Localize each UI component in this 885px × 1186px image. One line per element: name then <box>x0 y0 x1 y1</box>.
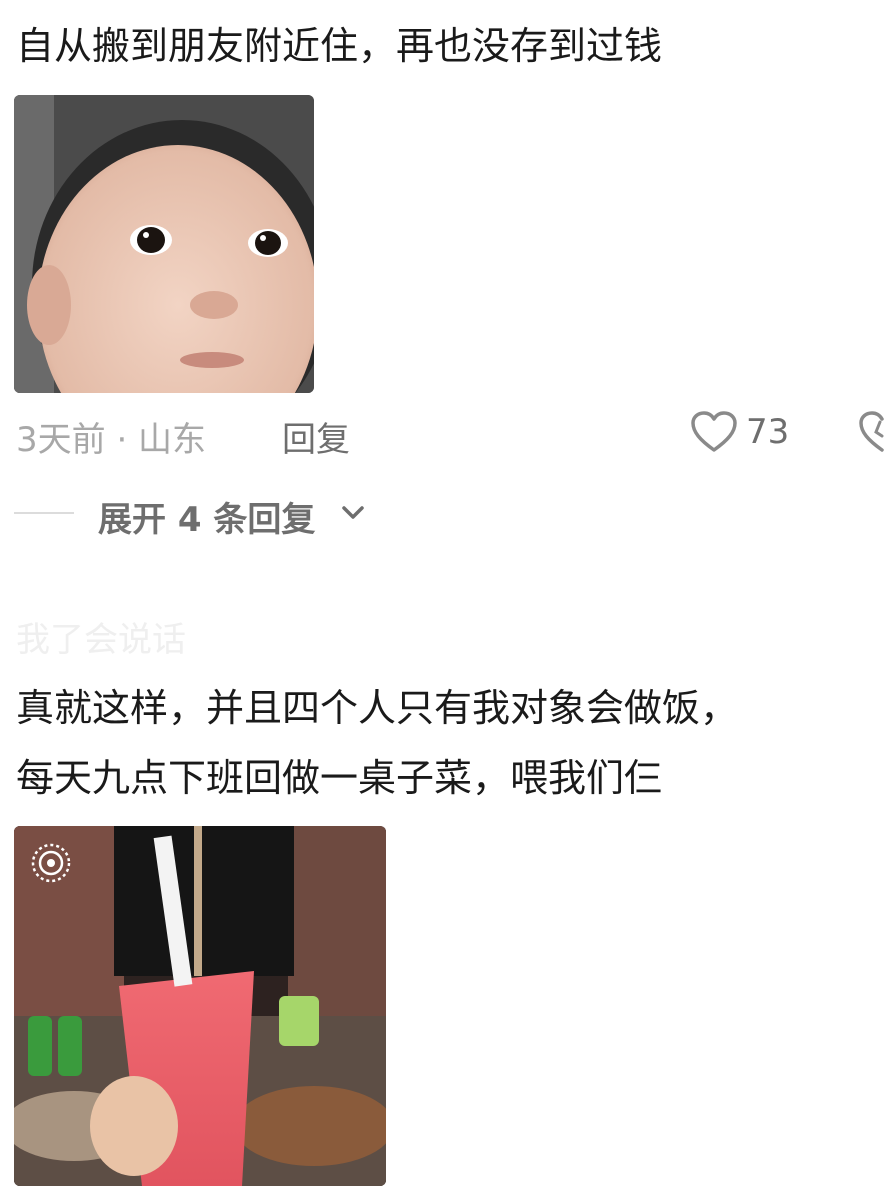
drink-photo <box>14 826 386 1186</box>
comment-meta-row: 3天前 · 山东 回复 73 <box>16 408 885 461</box>
reply-button[interactable]: 回复 <box>282 412 350 461</box>
baby-photo <box>14 95 314 393</box>
expand-replies-label[interactable]: 展开 4 条回复 <box>98 492 315 541</box>
chevron-down-icon[interactable] <box>340 502 366 522</box>
comment-text: 自从搬到朋友附近住，再也没存到过钱 <box>16 24 663 68</box>
heart-outline-icon[interactable] <box>690 410 738 454</box>
like-count: 73 <box>746 412 790 452</box>
comment-text-line-1: 真就这样，并且四个人只有我对象会做饭， <box>16 686 739 730</box>
dislike-icon[interactable] <box>858 410 885 454</box>
comment-username[interactable]: 我了会说话 <box>16 612 186 661</box>
divider-line <box>14 512 74 514</box>
comment-image-baby[interactable] <box>14 95 314 393</box>
comment-image-drink[interactable] <box>14 826 386 1186</box>
comment-text-line-2: 每天九点下班回做一桌子菜，喂我们仨 <box>16 756 663 800</box>
comment-time-location: 3天前 · 山东 <box>16 420 207 460</box>
